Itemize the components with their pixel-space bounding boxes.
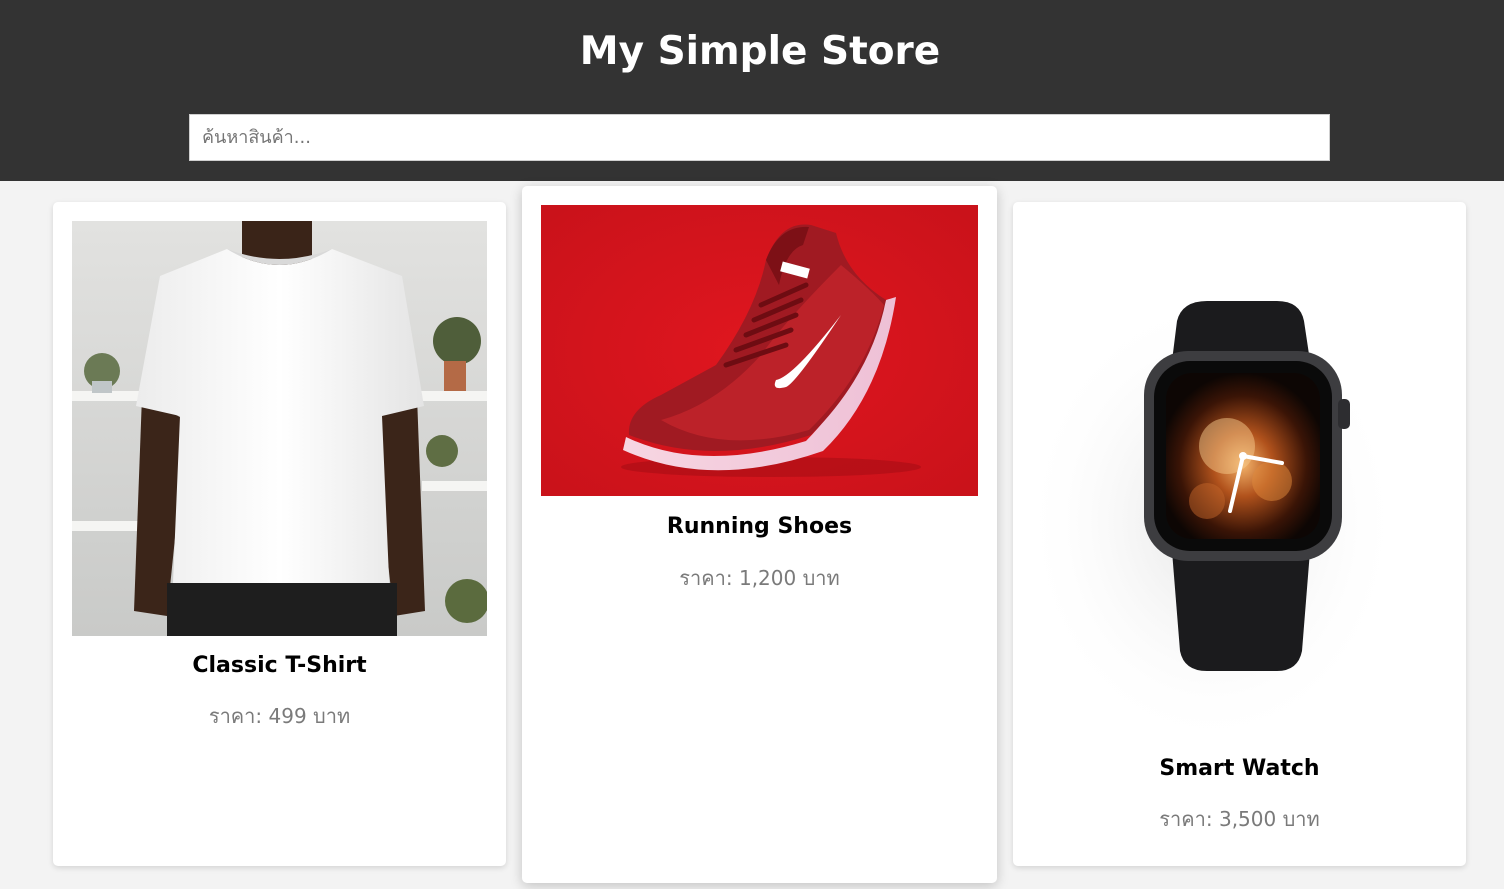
product-name[interactable]: Running Shoes bbox=[522, 514, 997, 539]
product-image-watch[interactable] bbox=[1032, 221, 1447, 741]
product-card-tshirt[interactable]: Classic T-Shirt ราคา: 499 บาท bbox=[53, 202, 506, 866]
product-image-shoes[interactable] bbox=[541, 205, 978, 496]
product-name[interactable]: Classic T-Shirt bbox=[53, 653, 506, 678]
product-card-shoes[interactable]: Running Shoes ราคา: 1,200 บาท bbox=[522, 186, 997, 883]
product-card-watch[interactable]: Smart Watch ราคา: 3,500 บาท bbox=[1013, 202, 1466, 866]
product-name[interactable]: Smart Watch bbox=[1013, 756, 1466, 781]
product-price: ราคา: 3,500 บาท bbox=[1159, 807, 1320, 831]
search-input[interactable] bbox=[189, 114, 1330, 161]
site-header: My Simple Store bbox=[0, 0, 1504, 181]
page-title: My Simple Store bbox=[579, 29, 941, 74]
product-price: ราคา: 499 บาท bbox=[208, 704, 351, 728]
product-price: ราคา: 1,200 บาท bbox=[679, 566, 840, 590]
product-image-tshirt[interactable] bbox=[72, 221, 487, 636]
